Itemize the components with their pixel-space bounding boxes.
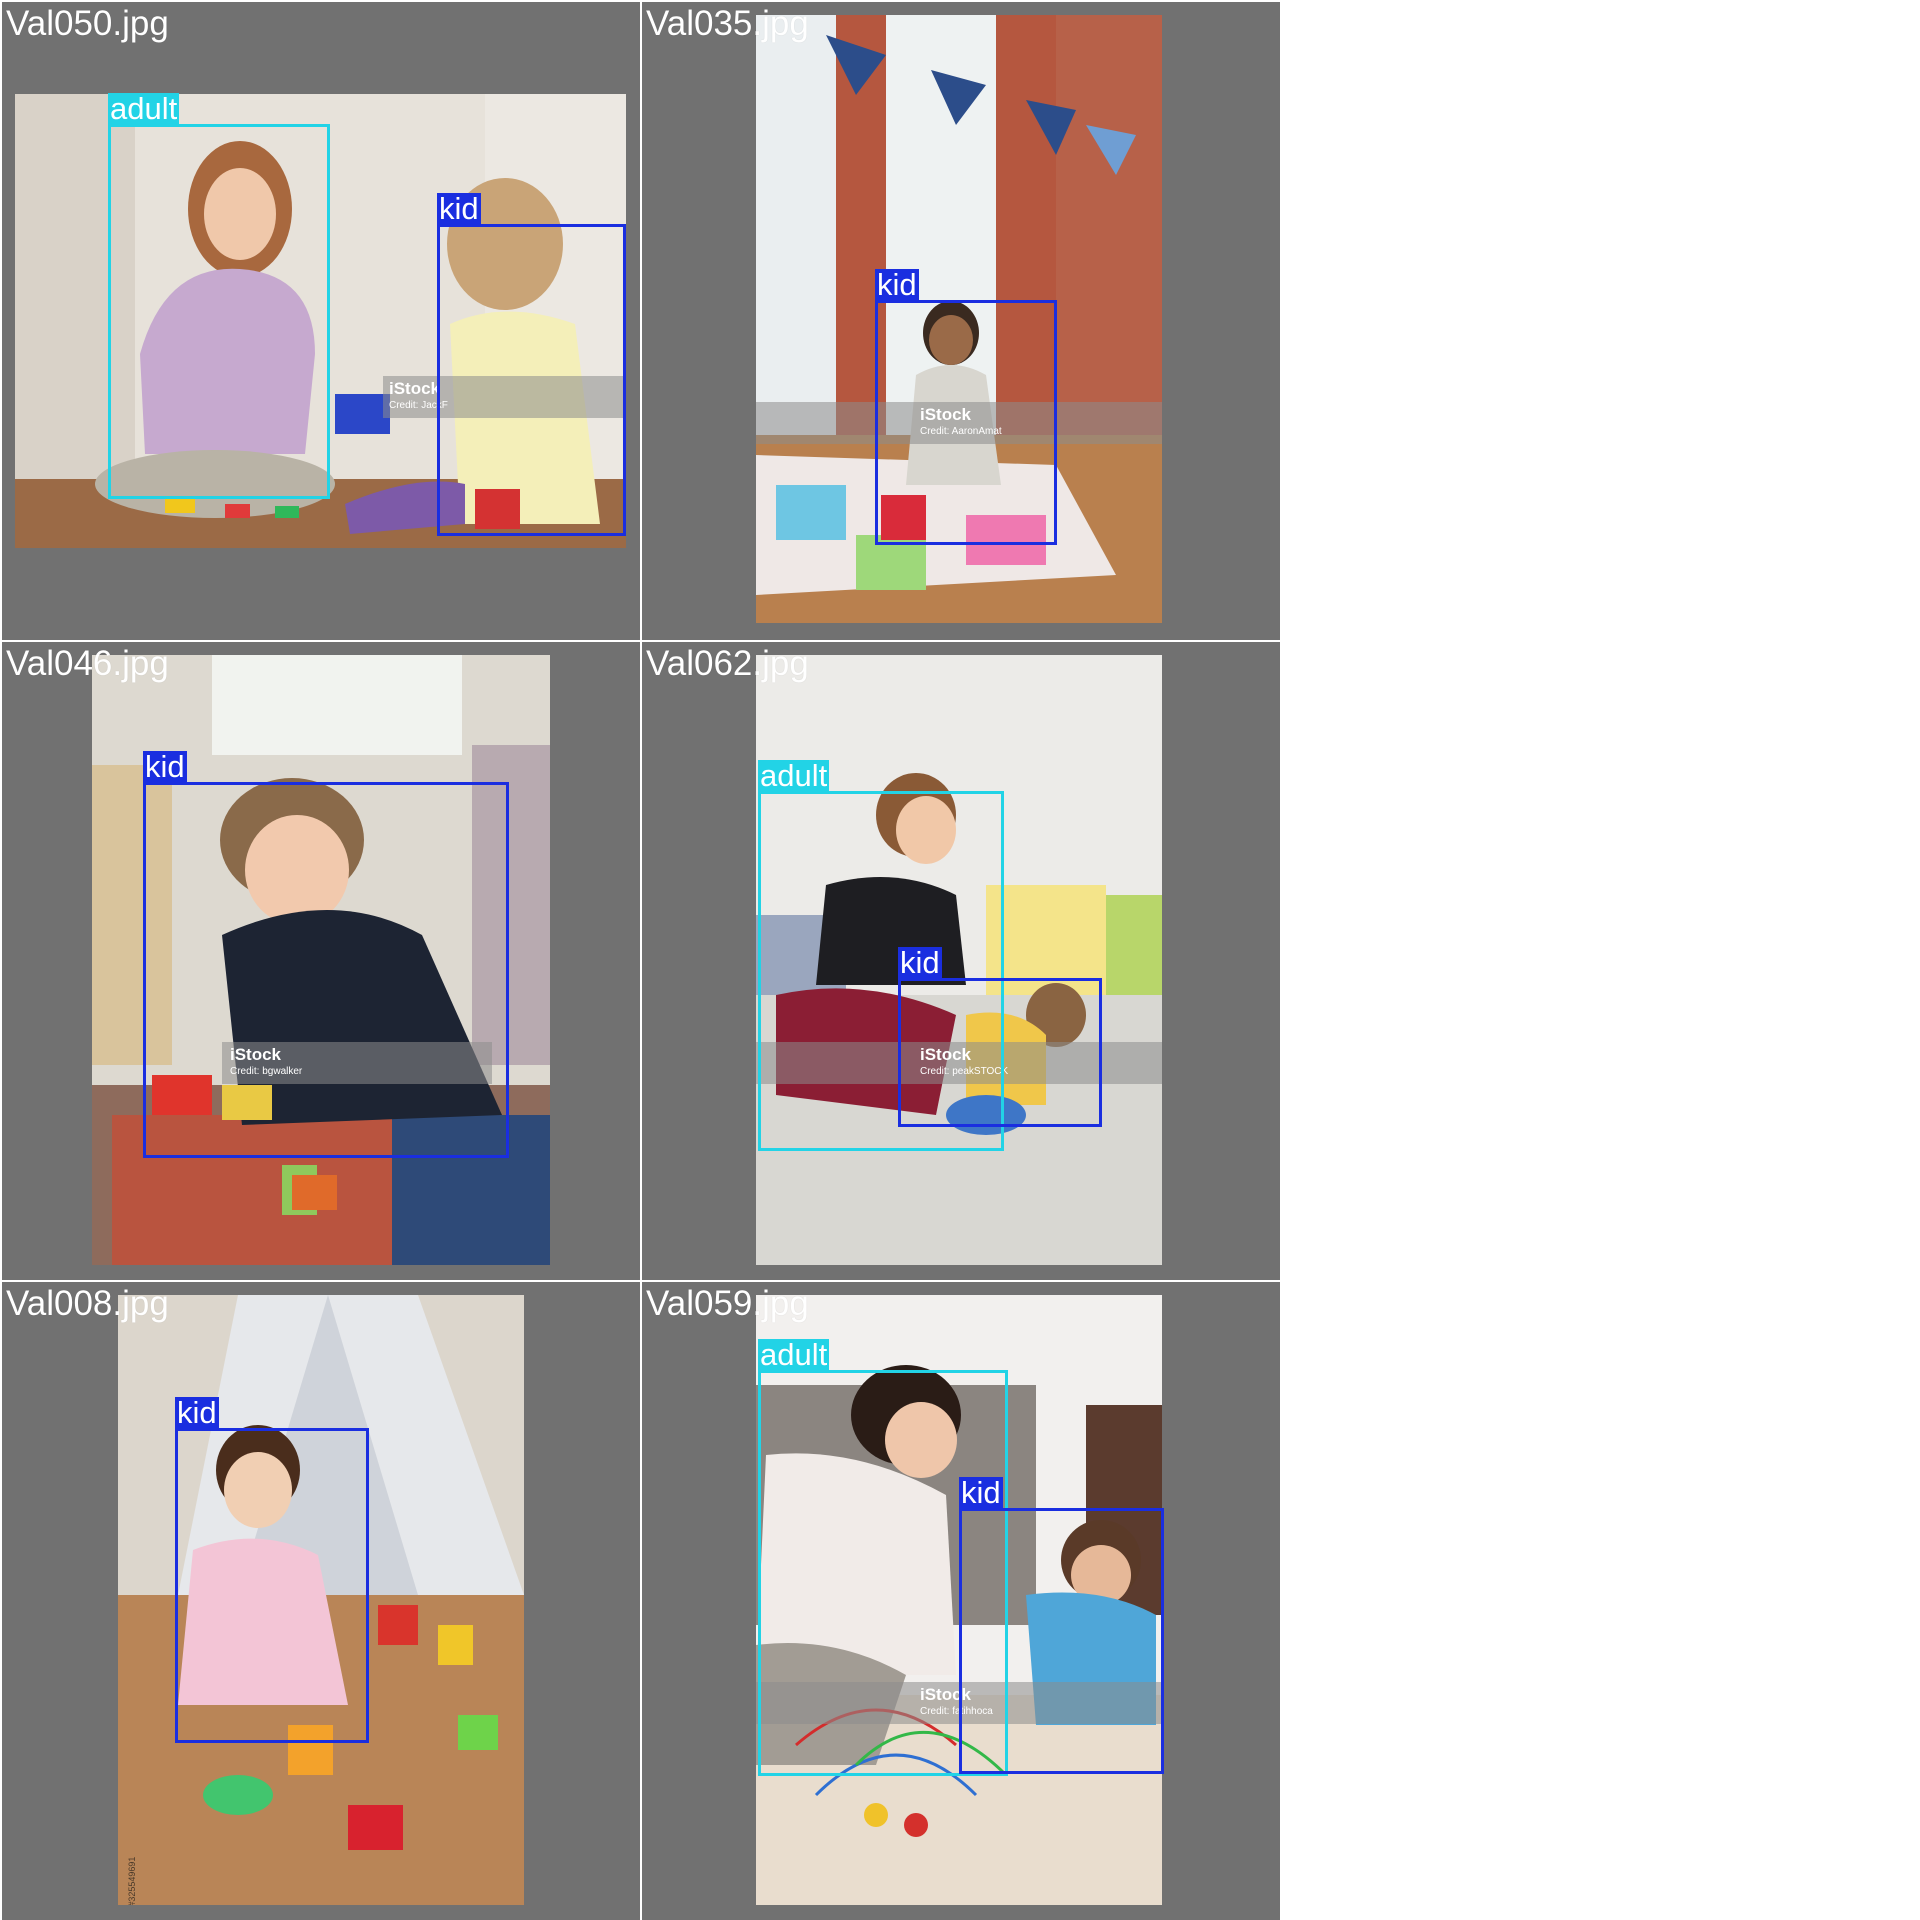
- filename-label: Val035.jpg: [646, 4, 809, 43]
- detection-label: kid: [898, 945, 942, 980]
- detection-label: adult: [758, 1337, 830, 1372]
- detection-label: kid: [959, 1475, 1003, 1510]
- image-tile-val046[interactable]: iStock Credit: bgwalker Val046.jpg kid: [2, 642, 640, 1280]
- watermark: Adobe Stock | #325549691: [118, 1855, 142, 1905]
- detection-label: kid: [175, 1395, 219, 1430]
- image-tile-val008[interactable]: Adobe Stock | #325549691 Val008.jpg kid: [2, 1282, 640, 1920]
- detection-label: kid: [875, 267, 919, 302]
- image-tile-val059[interactable]: iStock Credit: fatihhoca Val059.jpg adul…: [642, 1282, 1280, 1920]
- filename-label: Val050.jpg: [6, 4, 169, 43]
- image-tile-val050[interactable]: iStock Credit: JackF Val050.jpg adult ki…: [2, 2, 640, 640]
- detection-label: kid: [143, 749, 187, 784]
- image-tile-val035[interactable]: iStock Credit: AaronAmat Val035.jpg kid: [642, 2, 1280, 640]
- detection-box-adult[interactable]: adult: [108, 93, 330, 499]
- detection-label: adult: [108, 91, 180, 126]
- detection-box-kid[interactable]: kid: [875, 269, 1057, 545]
- filename-label: Val046.jpg: [6, 644, 169, 683]
- detection-box-kid[interactable]: kid: [437, 193, 626, 536]
- detection-box-kid[interactable]: kid: [175, 1397, 369, 1743]
- filename-label: Val059.jpg: [646, 1284, 809, 1323]
- filename-label: Val062.jpg: [646, 644, 809, 683]
- detection-label: kid: [437, 191, 481, 226]
- watermark-brand: Adobe Stock | #325549691: [126, 1857, 139, 1905]
- detection-label: adult: [758, 758, 830, 793]
- image-tile-val062[interactable]: iStock Credit: peakSTOCK Val062.jpg adul…: [642, 642, 1280, 1280]
- detection-box-kid[interactable]: kid: [143, 751, 509, 1158]
- filename-label: Val008.jpg: [6, 1284, 169, 1323]
- detection-box-kid[interactable]: kid: [898, 947, 1102, 1127]
- detection-box-kid[interactable]: kid: [959, 1477, 1164, 1774]
